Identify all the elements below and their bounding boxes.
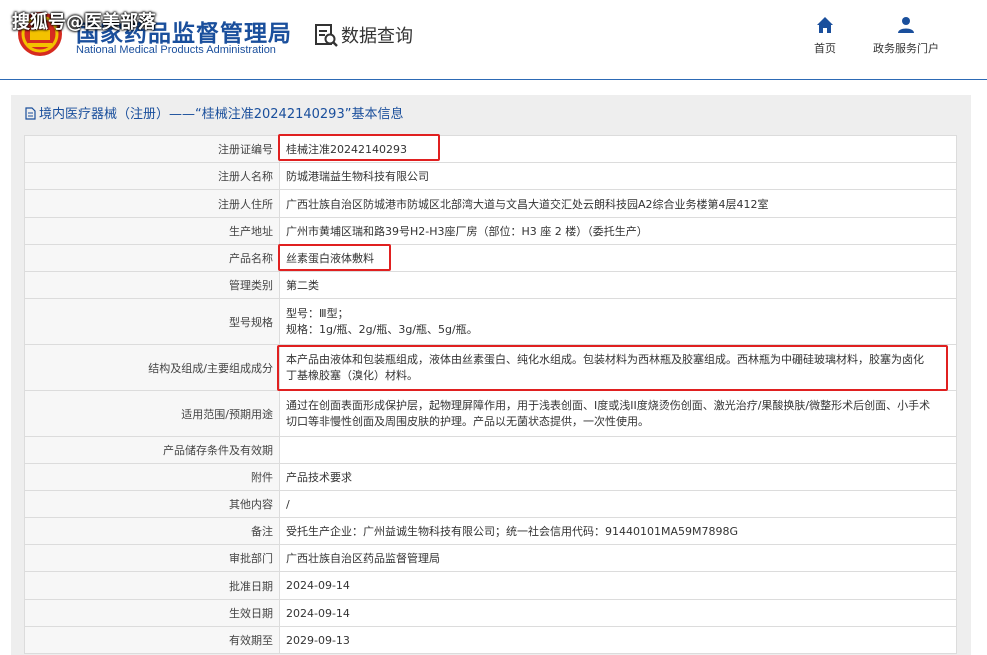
field-value: 产品技术要求 xyxy=(279,463,957,491)
field-value xyxy=(279,436,957,464)
table-row: 注册证编号 桂械注准20242140293 xyxy=(24,135,957,163)
home-icon xyxy=(817,17,833,33)
field-label: 结构及组成/主要组成成分 xyxy=(24,344,280,391)
field-label: 批准日期 xyxy=(24,571,280,600)
field-value: 防城港瑞益生物科技有限公司 xyxy=(279,162,957,190)
field-label: 注册人住所 xyxy=(24,189,280,218)
info-table: 注册证编号 桂械注准20242140293 注册人名称 防城港瑞益生物科技有限公司 … xyxy=(24,135,957,654)
table-row: 批准日期 2024-09-14 xyxy=(24,571,957,600)
table-row: 备注 受托生产企业：广州益诚生物科技有限公司；统一社会信用代码：91440101M… xyxy=(24,517,957,545)
field-value: 受托生产企业：广州益诚生物科技有限公司；统一社会信用代码：91440101MA5… xyxy=(279,517,957,545)
table-row: 产品名称 丝素蛋白液体敷料 xyxy=(24,244,957,272)
field-label: 生效日期 xyxy=(24,599,280,627)
field-label: 注册证编号 xyxy=(24,135,280,163)
field-value-line: 切口等非慢性创面及周围皮肤的护理。产品以无菌状态提供，一次性使用。 xyxy=(286,414,649,428)
field-label: 生产地址 xyxy=(24,217,280,245)
field-value: / xyxy=(279,490,957,518)
table-row: 管理类别 第二类 xyxy=(24,271,957,299)
field-value: 2029-09-13 xyxy=(279,626,957,654)
user-icon xyxy=(898,17,914,33)
field-value: 2024-09-14 xyxy=(279,599,957,627)
table-row: 其他内容 / xyxy=(24,490,957,518)
data-query-title: 数据查询 xyxy=(341,26,413,47)
field-label: 产品名称 xyxy=(24,244,280,272)
nav-home[interactable]: 首页 xyxy=(806,16,844,56)
site-header: 国家药品监督管理局 National Medical Products Admi… xyxy=(0,0,987,80)
field-label: 附件 xyxy=(24,463,280,491)
field-value-line: 本产品由液体和包装瓶组成，液体由丝素蛋白、纯化水组成。包装材料为西林瓶及胶塞组成… xyxy=(286,352,924,366)
nav-service-portal-label: 政务服务门户 xyxy=(873,42,939,55)
field-label: 产品储存条件及有效期 xyxy=(24,436,280,464)
field-label: 注册人名称 xyxy=(24,162,280,190)
field-value: 桂械注准20242140293 xyxy=(279,135,957,163)
site-logo-subtitle: National Medical Products Administration xyxy=(76,44,276,56)
field-label: 备注 xyxy=(24,517,280,545)
panel-title-text: 境内医疗器械（注册）——“桂械注准20242140293”基本信息 xyxy=(39,107,404,122)
table-row: 产品储存条件及有效期 xyxy=(24,436,957,464)
field-label: 适用范围/预期用途 xyxy=(24,390,280,437)
field-value-line: 丁基橡胶塞（溴化）材料。 xyxy=(286,368,418,382)
table-row: 附件 产品技术要求 xyxy=(24,463,957,491)
table-row: 审批部门 广西壮族自治区药品监督管理局 xyxy=(24,544,957,572)
panel-title: 境内医疗器械（注册）——“桂械注准20242140293”基本信息 xyxy=(25,103,403,122)
field-value-line: 通过在创面表面形成保护层，起物理屏障作用，用于浅表创面、I度或浅II度烧烫伤创面… xyxy=(286,398,931,412)
field-value-line: 型号：Ⅲ型； xyxy=(286,306,349,320)
table-row: 注册人住所 广西壮族自治区防城港市防城区北部湾大道与文昌大道交汇处云朗科技园A2综… xyxy=(24,189,957,218)
field-label: 管理类别 xyxy=(24,271,280,299)
nav-service-portal[interactable]: 政务服务门户 xyxy=(866,16,946,56)
table-row: 有效期至 2029-09-13 xyxy=(24,626,957,654)
watermark-text: 搜狐号@医美部落 xyxy=(12,12,156,33)
field-label: 型号规格 xyxy=(24,298,280,345)
document-icon xyxy=(25,107,36,120)
field-value: 第二类 xyxy=(279,271,957,299)
field-value: 丝素蛋白液体敷料 xyxy=(279,244,957,272)
field-value: 广州市黄埔区瑞和路39号H2-H3座厂房（部位：H3 座 2 楼）（委托生产） xyxy=(279,217,957,245)
table-row: 生产地址 广州市黄埔区瑞和路39号H2-H3座厂房（部位：H3 座 2 楼）（委托… xyxy=(24,217,957,245)
field-label: 审批部门 xyxy=(24,544,280,572)
field-value: 广西壮族自治区药品监督管理局 xyxy=(279,544,957,572)
field-label: 有效期至 xyxy=(24,626,280,654)
nav-home-label: 首页 xyxy=(814,42,836,55)
detail-panel: 境内医疗器械（注册）——“桂械注准20242140293”基本信息 注册证编号桂… xyxy=(11,95,971,655)
field-value: 广西壮族自治区防城港市防城区北部湾大道与文昌大道交汇处云朗科技园A2综合业务楼第… xyxy=(279,189,957,218)
field-value: 本产品由液体和包装瓶组成，液体由丝素蛋白、纯化水组成。包装材料为西林瓶及胶塞组成… xyxy=(279,344,957,391)
table-row: 型号规格 型号：Ⅲ型； 规格：1g/瓶、2g/瓶、3g/瓶、5g/瓶。 xyxy=(24,298,957,345)
field-value-line: 规格：1g/瓶、2g/瓶、3g/瓶、5g/瓶。 xyxy=(286,322,478,336)
field-value: 型号：Ⅲ型； 规格：1g/瓶、2g/瓶、3g/瓶、5g/瓶。 xyxy=(279,298,957,345)
field-value: 通过在创面表面形成保护层，起物理屏障作用，用于浅表创面、I度或浅II度烧烫伤创面… xyxy=(279,390,957,437)
table-row: 注册人名称 防城港瑞益生物科技有限公司 xyxy=(24,162,957,190)
data-query-icon xyxy=(315,24,338,47)
field-label: 其他内容 xyxy=(24,490,280,518)
table-row: 结构及组成/主要组成成分 本产品由液体和包装瓶组成，液体由丝素蛋白、纯化水组成。包… xyxy=(24,344,957,391)
table-row: 适用范围/预期用途 通过在创面表面形成保护层，起物理屏障作用，用于浅表创面、I度或… xyxy=(24,390,957,437)
table-row: 生效日期 2024-09-14 xyxy=(24,599,957,627)
field-value: 2024-09-14 xyxy=(279,571,957,600)
